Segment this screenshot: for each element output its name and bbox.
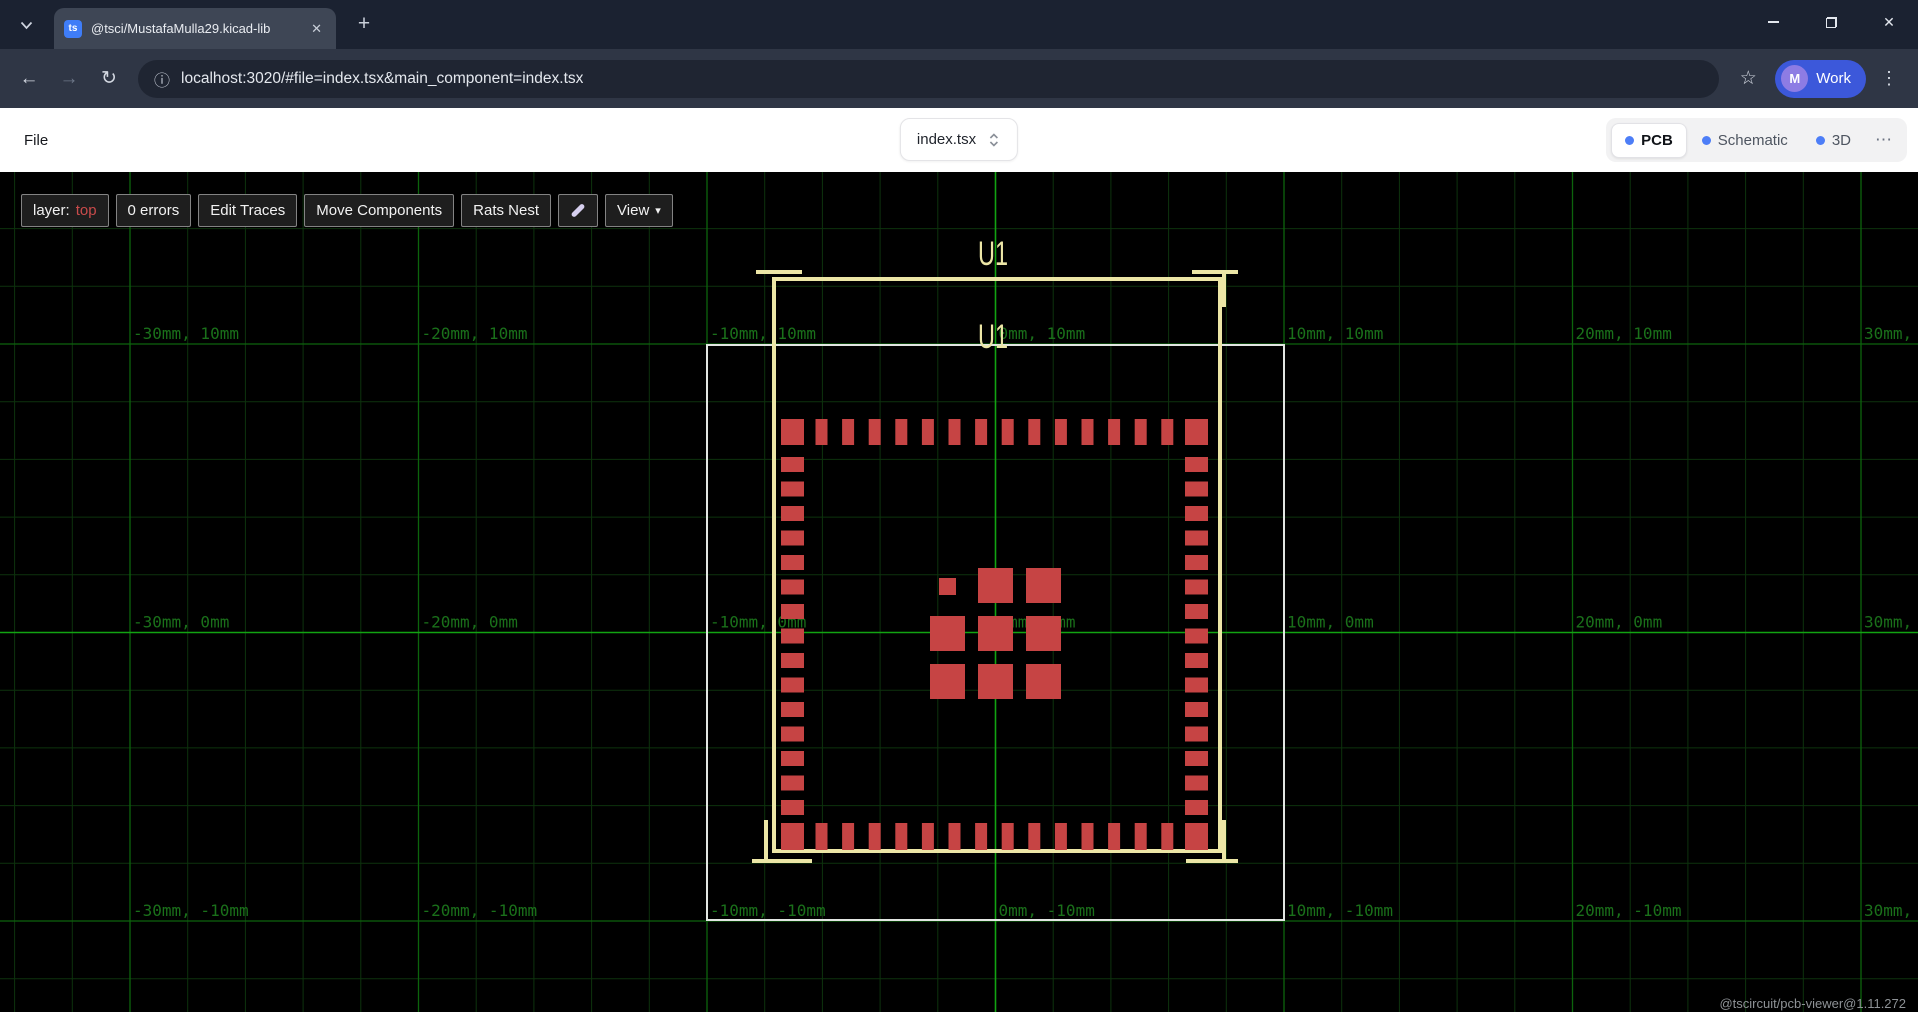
tab-schematic-label: Schematic xyxy=(1718,132,1788,149)
tab-schematic[interactable]: Schematic xyxy=(1689,124,1801,157)
svg-text:30mm, 0mm: 30mm, 0mm xyxy=(1864,613,1918,632)
more-views-icon[interactable]: ⋯ xyxy=(1866,130,1902,150)
view-label: View xyxy=(617,202,649,219)
pcb-drawing[interactable]: -30mm, 10mm -20mm, 10mm -10mm, 10mm 0mm, 10… xyxy=(0,172,1918,1012)
grid-coordinate-labels: -30mm, 10mm -20mm, 10mm -10mm, 10mm 0mm, 10… xyxy=(133,324,1918,920)
tab-3d[interactable]: 3D xyxy=(1803,124,1864,157)
move-components-button[interactable]: Move Components xyxy=(304,194,454,227)
component-pads[interactable] xyxy=(781,419,1208,850)
tab-pcb-label: PCB xyxy=(1641,132,1673,149)
reload-button[interactable]: ↻ xyxy=(92,62,126,96)
schematic-dot-icon xyxy=(1702,136,1711,145)
minimize-icon xyxy=(1768,21,1779,23)
avatar: M xyxy=(1781,65,1808,92)
caret-down-icon: ▾ xyxy=(655,204,661,217)
tab-title: @tsci/MustafaMulla29.kicad-lib xyxy=(91,21,298,36)
bookmark-star-icon[interactable]: ☆ xyxy=(1731,62,1765,96)
browser-menu-button[interactable]: ⋮ xyxy=(1872,62,1906,96)
window-close-button[interactable]: ✕ xyxy=(1860,0,1918,44)
view-menu-button[interactable]: View ▾ xyxy=(605,194,673,227)
browser-profile-chip[interactable]: M Work xyxy=(1775,60,1866,98)
browser-tab-bar: ts @tsci/MustafaMulla29.kicad-lib ✕ + ✕ xyxy=(0,0,1918,49)
svg-text:-30mm, 0mm: -30mm, 0mm xyxy=(133,613,229,632)
silkscreen-reference-text: U1 U1 xyxy=(978,235,1008,356)
tab-close-icon[interactable]: ✕ xyxy=(307,19,326,39)
tab-3d-label: 3D xyxy=(1832,132,1851,149)
app-header: File index.tsx PCB Schematic 3D ⋯ xyxy=(0,108,1918,172)
errors-button[interactable]: 0 errors xyxy=(116,194,192,227)
url-text: localhost:3020/#file=index.tsx&main_comp… xyxy=(181,70,583,88)
restore-icon xyxy=(1826,17,1837,28)
pencil-icon xyxy=(571,203,586,218)
grid-minor-lines xyxy=(0,172,1918,1012)
svg-text:-20mm, 10mm: -20mm, 10mm xyxy=(422,324,528,343)
view-switcher: PCB Schematic 3D ⋯ xyxy=(1606,118,1907,162)
forward-button[interactable]: → xyxy=(52,62,86,96)
svg-text:10mm, 10mm: 10mm, 10mm xyxy=(1287,324,1383,343)
svg-text:U1: U1 xyxy=(978,318,1008,356)
tab-search-button[interactable] xyxy=(12,11,40,39)
svg-text:20mm, 10mm: 20mm, 10mm xyxy=(1576,324,1672,343)
svg-text:0mm, -10mm: 0mm, -10mm xyxy=(999,901,1095,920)
pcb-toolbar: layer: top 0 errors Edit Traces Move Com… xyxy=(21,194,673,227)
back-button[interactable]: ← xyxy=(12,62,46,96)
svg-text:-30mm, 10mm: -30mm, 10mm xyxy=(133,324,239,343)
rats-nest-button[interactable]: Rats Nest xyxy=(461,194,551,227)
profile-name: Work xyxy=(1816,70,1851,87)
layer-button[interactable]: layer: top xyxy=(21,194,109,227)
unfold-chevrons-icon xyxy=(987,132,1001,148)
layer-value: top xyxy=(76,202,97,219)
file-selector-value: index.tsx xyxy=(917,131,976,148)
window-minimize-button[interactable] xyxy=(1744,0,1802,44)
pcb-canvas[interactable]: -30mm, 10mm -20mm, 10mm -10mm, 10mm 0mm, 10… xyxy=(0,172,1918,1012)
svg-text:U1: U1 xyxy=(978,235,1008,273)
tab-favicon: ts xyxy=(64,20,82,38)
window-restore-button[interactable] xyxy=(1802,0,1860,44)
svg-text:10mm, 0mm: 10mm, 0mm xyxy=(1287,613,1374,632)
tab-pcb[interactable]: PCB xyxy=(1611,123,1687,158)
svg-text:30mm, 10mm: 30mm, 10mm xyxy=(1864,324,1918,343)
3d-dot-icon xyxy=(1816,136,1825,145)
svg-text:-10mm, 10mm: -10mm, 10mm xyxy=(710,324,816,343)
svg-text:20mm, -10mm: 20mm, -10mm xyxy=(1576,901,1682,920)
viewer-version: @tscircuit/pcb-viewer@1.11.272 xyxy=(1719,996,1906,1011)
svg-text:-20mm, -10mm: -20mm, -10mm xyxy=(422,901,538,920)
browser-tab[interactable]: ts @tsci/MustafaMulla29.kicad-lib ✕ xyxy=(54,8,336,49)
svg-text:-30mm, -10mm: -30mm, -10mm xyxy=(133,901,249,920)
browser-url-bar: ← → ↻ ⓘ localhost:3020/#file=index.tsx&m… xyxy=(0,49,1918,108)
file-selector-dropdown[interactable]: index.tsx xyxy=(900,118,1018,161)
site-info-icon[interactable]: ⓘ xyxy=(154,67,170,91)
layer-label: layer: xyxy=(33,202,70,219)
window-controls: ✕ xyxy=(1744,0,1918,44)
file-menu[interactable]: File xyxy=(24,108,48,172)
address-bar[interactable]: ⓘ localhost:3020/#file=index.tsx&main_co… xyxy=(138,60,1719,98)
svg-text:-10mm, -10mm: -10mm, -10mm xyxy=(710,901,826,920)
svg-text:30mm, -10mm: 30mm, -10mm xyxy=(1864,901,1918,920)
new-tab-button[interactable]: + xyxy=(350,10,378,38)
chevron-down-icon xyxy=(20,21,33,30)
pcb-dot-icon xyxy=(1625,136,1634,145)
svg-text:20mm, 0mm: 20mm, 0mm xyxy=(1576,613,1663,632)
svg-text:0mm, 10mm: 0mm, 10mm xyxy=(999,324,1086,343)
svg-text:10mm, -10mm: 10mm, -10mm xyxy=(1287,901,1393,920)
svg-text:-20mm, 0mm: -20mm, 0mm xyxy=(422,613,518,632)
edit-pencil-button[interactable] xyxy=(558,194,598,227)
edit-traces-button[interactable]: Edit Traces xyxy=(198,194,297,227)
